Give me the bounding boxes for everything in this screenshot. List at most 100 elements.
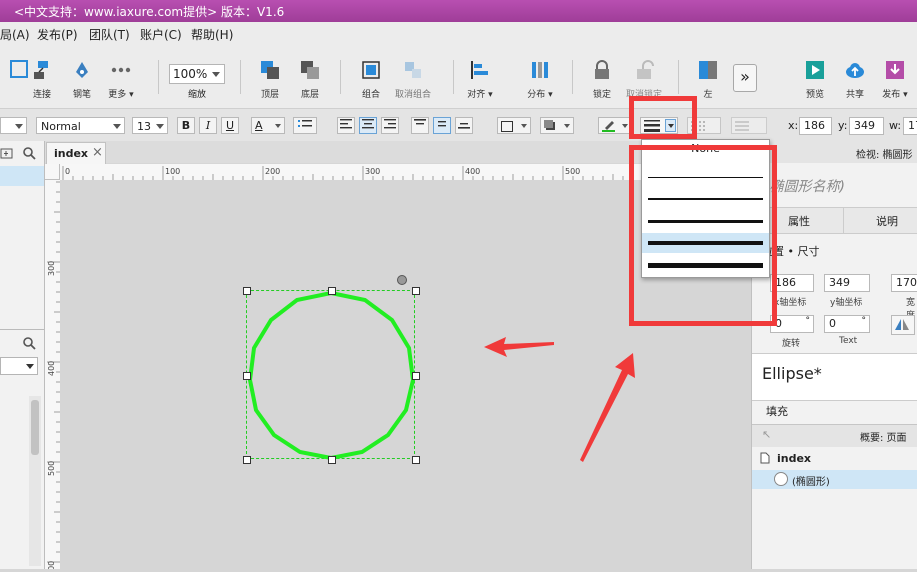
flip-horizontal-icon [895,319,909,330]
connect-icon [34,61,48,79]
shadow-button[interactable] [540,117,574,134]
ruler-label: 400 [47,361,56,376]
distribute-label: 分布 ▾ [527,90,553,100]
line-color-button[interactable] [598,117,632,134]
share-label: 共享 [845,90,864,100]
ellipse-icon [774,472,788,486]
bring-to-top-button[interactable]: 顶层 [248,54,292,100]
flip-horizontal-button[interactable] [891,315,915,335]
border-button[interactable] [497,117,531,134]
valign-middle-button[interactable] [433,117,451,134]
tab-index[interactable]: index × [46,142,106,164]
title-bar: <中文支持：www.iaxure.com提供> 版本：V1.6 [0,0,917,22]
ungroup-button[interactable]: 取消组合 [391,54,435,100]
valign-top-button[interactable] [411,117,429,134]
scrollbar[interactable] [29,396,41,566]
lock-button[interactable]: 锁定 [580,54,624,100]
connect-button[interactable]: 连接 [20,54,64,100]
pen-icon [76,62,88,78]
left-button[interactable]: 左 [686,54,730,100]
preview-button[interactable]: 预览 [793,54,837,100]
arrow-style-button[interactable] [731,117,767,134]
pen-button[interactable]: 钢笔 [60,54,104,100]
corner-radius-handle[interactable] [397,275,407,285]
add-folder-icon[interactable] [0,147,14,159]
chevron-down-icon [113,124,121,129]
valign-bottom-button[interactable] [455,117,473,134]
chevron-down-icon [275,124,281,128]
font-color-button[interactable]: A [251,117,285,134]
ruler-corner [45,164,60,180]
text-rotation-field[interactable]: 0 ° [824,315,870,333]
resize-handle[interactable] [243,372,251,380]
page-icon [760,452,770,464]
search-icon[interactable] [22,146,36,160]
menu-publish[interactable]: 发布(P) [37,26,78,43]
tab-notes[interactable]: 说明 [876,213,898,229]
page-tree-selected-row[interactable] [0,166,44,186]
collapse-arrow-icon[interactable]: ↖ [762,428,771,441]
lock-label: 锁定 [592,90,611,100]
shape-style-box[interactable]: Ellipse* [752,353,917,401]
resize-handle[interactable] [328,287,336,295]
distribute-button[interactable]: 分布 ▾ [518,54,562,100]
x-field[interactable]: 186 [799,117,832,135]
publish-label: 发布 ▾ [882,90,908,100]
border-icon [501,121,513,132]
zoom-select[interactable]: 100% [169,64,225,84]
menu-account[interactable]: 账户(C) [140,26,182,43]
close-icon[interactable]: × [92,145,103,160]
w-field[interactable]: 17 [903,117,917,135]
scrollbar-thumb[interactable] [31,400,39,455]
download-icon [886,61,904,79]
chevron-down-icon [564,124,570,128]
italic-button[interactable]: I [199,117,217,134]
underline-button[interactable]: U [221,117,239,134]
resize-handle[interactable] [328,456,336,464]
tab-properties[interactable]: 属性 [788,213,810,229]
annotation-arrow-left [484,337,554,357]
font-size-select[interactable]: 13 [132,117,168,134]
fill-section: 填充 [766,405,788,418]
bottom-label: 底层 [300,90,319,100]
y-field[interactable]: 349 [849,117,884,135]
bullet-list-button[interactable] [293,117,317,134]
send-to-bottom-button[interactable]: 底层 [288,54,332,100]
widget-library-select[interactable] [0,357,38,375]
ellipse-shape[interactable] [246,290,416,460]
resize-handle[interactable] [412,372,420,380]
bold-button[interactable]: B [177,117,195,134]
inspector-w-field[interactable]: 170 [891,274,917,292]
outline-selected-item[interactable]: (椭圆形) [752,470,917,489]
menu-team[interactable]: 团队(T) [89,26,130,43]
align-text-right-button[interactable] [381,117,399,134]
shape-style-name: Ellipse* [762,364,822,383]
x-value: 186 [804,119,825,132]
align-button[interactable]: 对齐 ▾ [458,54,502,100]
group-button[interactable]: 组合 [349,54,393,100]
inspector-y-field[interactable]: 349 [824,274,870,292]
unlock-icon [637,60,654,79]
outline-page-item[interactable]: index [777,452,811,465]
align-text-center-button[interactable] [359,117,377,134]
resize-handle[interactable] [412,456,420,464]
more-button[interactable]: 更多 ▾ [99,54,143,100]
degree-icon: ° [805,316,811,326]
search-icon[interactable] [22,336,36,350]
font-family-select[interactable] [0,117,27,134]
align-text-center-icon [362,119,374,129]
ruler-label: 100 [165,167,180,176]
valign-top-icon [414,119,426,125]
share-button[interactable]: 共享 [833,54,877,100]
resize-handle[interactable] [243,456,251,464]
left-panel [0,141,45,569]
style-select[interactable]: Normal [36,117,125,134]
menu-layout[interactable]: 局(A) [0,26,30,43]
resize-handle[interactable] [243,287,251,295]
align-text-left-button[interactable] [337,117,355,134]
resize-handle[interactable] [412,287,420,295]
publish-button[interactable]: 发布 ▾ [873,54,917,100]
unlock-button[interactable]: 取消锁定 [622,54,666,100]
menu-help[interactable]: 帮助(H) [191,26,233,43]
expand-toolbar-button[interactable]: » [733,64,757,92]
